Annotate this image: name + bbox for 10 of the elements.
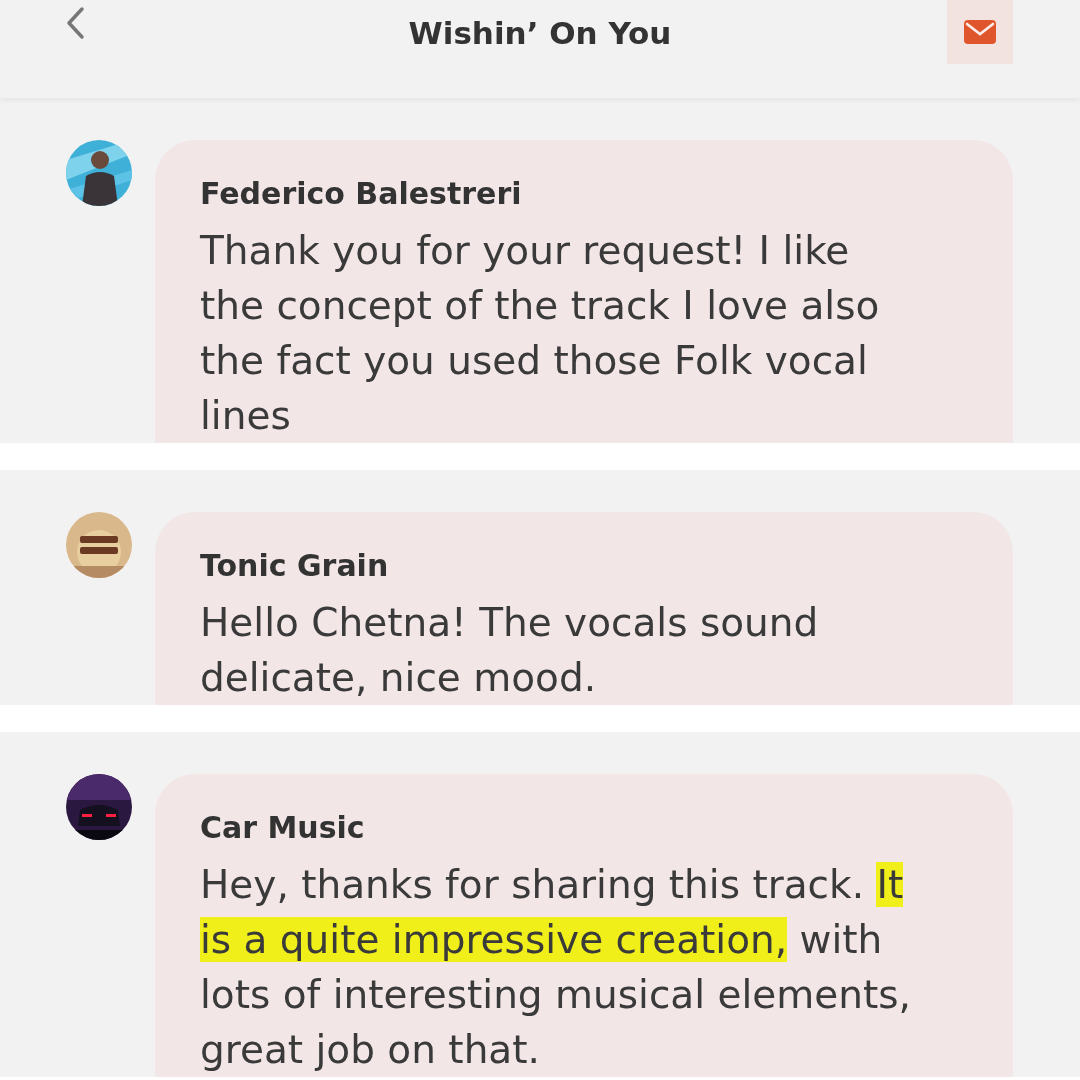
- back-icon[interactable]: [65, 6, 85, 40]
- page-title: Wishin’ On You: [408, 15, 672, 51]
- mail-icon: [964, 20, 996, 44]
- author-name: Federico Balestreri: [200, 176, 523, 211]
- mail-button[interactable]: [947, 0, 1013, 64]
- comment-text: Hey, thanks for sharing this track. It is a quite impressive creation, with lots of interesting musical elements, great job on that.: [200, 861, 912, 1074]
- author-name: Tonic Grain: [200, 548, 390, 583]
- comment-text: Thank you for your request! I like the concept of the track I love also the fact you used those Folk vocal lines: [200, 227, 881, 440]
- comment-text: Hello Chetna! The vocals sound delicate, nice mood.: [200, 599, 820, 702]
- author-name: Car Music: [200, 810, 366, 845]
